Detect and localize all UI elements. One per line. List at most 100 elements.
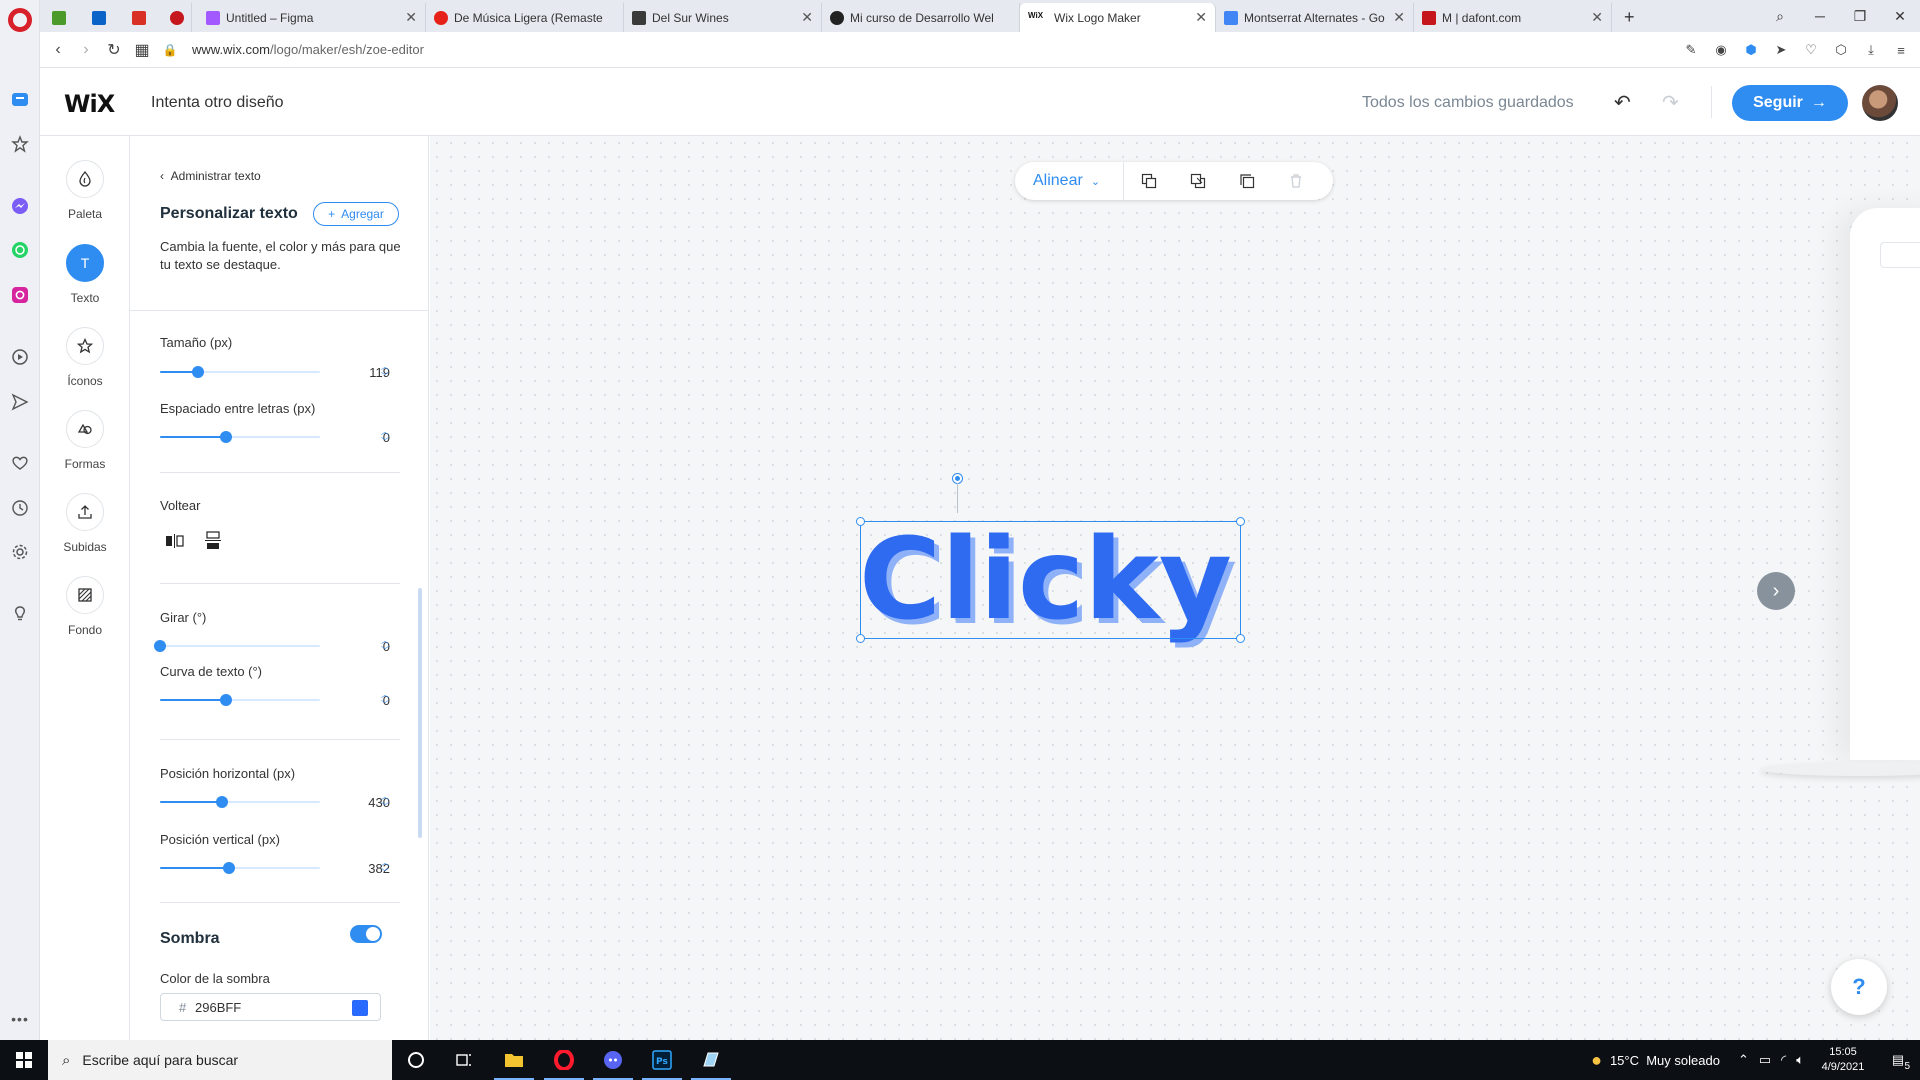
rotate-stepper-icon[interactable]: ︿ ﹀ [379,636,391,656]
browser-tab[interactable]: Mi curso de Desarrollo Wel [822,3,1020,32]
discord-icon[interactable] [589,1040,637,1080]
tab-close-icon[interactable]: ✕ [405,9,417,26]
send-page-icon[interactable]: ➤ [1772,41,1790,59]
user-avatar[interactable] [1862,85,1898,121]
browser-tab[interactable] [124,3,154,32]
back-icon[interactable]: ‹ [44,41,72,59]
browser-tab-active[interactable]: WiX Wix Logo Maker ✕ [1020,3,1216,32]
notifications-icon[interactable]: ▤ 5 [1876,1052,1920,1072]
extensions-cube-icon[interactable]: ⬡ [1832,41,1850,59]
shadow-color-field[interactable]: # 296BFF [160,993,381,1021]
duplicate-icon[interactable] [1222,173,1271,189]
reload-icon[interactable]: ↻ [100,40,128,60]
send-icon[interactable] [9,391,31,413]
lightbulb-icon[interactable] [9,603,31,625]
menu-icon[interactable]: ≡ [1892,41,1910,59]
whatsapp-icon[interactable] [9,239,31,261]
tool-uploads[interactable]: Subidas [40,493,130,554]
wix-logo[interactable]: WiX [64,90,115,118]
tool-palette[interactable]: Paleta [40,160,130,221]
size-stepper-icon[interactable]: ︿ ﹀ [379,362,391,382]
minimize-icon[interactable]: ─ [1800,8,1840,24]
chevron-up-icon[interactable]: ⌃ [1738,1052,1749,1068]
network-icon[interactable]: ▭ [1759,1052,1771,1068]
tool-text[interactable]: T Texto [40,244,130,305]
letter-spacing-slider[interactable] [160,429,320,445]
tab-close-icon[interactable]: ✕ [801,9,813,26]
continue-button[interactable]: Seguir → [1732,85,1848,121]
tool-icons[interactable]: Íconos [40,327,130,388]
weather-status[interactable]: 15°C Muy soleado [1610,1053,1720,1068]
system-clock[interactable]: 15:05 4/9/2021 [1810,1045,1876,1075]
slider-handle[interactable] [192,366,205,378]
back-to-manage-text-link[interactable]: ‹ Administrar texto [160,169,261,183]
slider-handle[interactable] [219,431,232,443]
edit-icon[interactable]: ✎ [1682,41,1700,59]
align-dropdown[interactable]: Alinear ⌄ [1033,172,1123,190]
slider-handle[interactable] [222,862,235,874]
search-tabs-icon[interactable]: ⌕ [1760,8,1800,25]
rotate-handle[interactable] [953,474,962,483]
more-options-icon[interactable]: ••• [9,1008,31,1030]
try-another-design-link[interactable]: Intenta otro diseño [151,94,284,112]
player-icon[interactable] [9,346,31,368]
tab-close-icon[interactable]: ✕ [1393,9,1405,26]
vertical-position-slider[interactable] [160,860,320,876]
windows-start-icon[interactable] [0,1040,48,1080]
url-field[interactable]: www.wix.com/logo/maker/esh/zoe-editor [192,42,424,57]
flip-horizontal-icon[interactable] [164,530,186,552]
home-star-icon[interactable] [9,133,31,155]
download-icon[interactable]: ⤓ [1862,41,1880,59]
close-window-icon[interactable]: ✕ [1880,8,1920,25]
shadow-color-hex[interactable]: 296BFF [195,1000,241,1015]
workspaces-icon[interactable] [9,88,31,110]
cortana-icon[interactable] [392,1040,440,1080]
delete-icon[interactable] [1271,173,1320,189]
speed-dial-icon[interactable]: ▦ [128,40,156,60]
shadow-toggle[interactable] [350,925,382,943]
resize-handle[interactable] [1236,634,1245,643]
slider-handle[interactable] [219,694,232,706]
messenger-icon[interactable] [9,195,31,217]
notes-app-icon[interactable] [687,1040,735,1080]
text-curve-stepper-icon[interactable]: ︿ ﹀ [379,690,391,710]
tab-close-icon[interactable]: ✕ [1195,9,1207,26]
vertical-position-stepper-icon[interactable]: ︿ ﹀ [379,858,391,878]
browser-tab[interactable]: M | dafont.com ✕ [1414,3,1612,32]
tab-close-icon[interactable]: ✕ [1591,9,1603,26]
opera-taskbar-icon[interactable] [540,1040,588,1080]
add-text-button[interactable]: + Agregar [313,202,399,226]
letter-spacing-stepper-icon[interactable]: ︿ ﹀ [379,427,391,447]
browser-tab[interactable]: Untitled – Figma ✕ [198,3,426,32]
file-explorer-icon[interactable] [490,1040,538,1080]
camera-icon[interactable]: ◉ [1712,41,1730,59]
bookmark-heart-icon[interactable]: ♡ [1802,41,1820,59]
selection-box[interactable] [856,517,1245,643]
heart-icon[interactable] [9,452,31,474]
new-tab-button[interactable]: + [1616,3,1646,32]
instagram-icon[interactable] [9,284,31,306]
restore-icon[interactable]: ❐ [1840,8,1880,25]
photoshop-icon[interactable]: Ps [638,1040,686,1080]
resize-handle[interactable] [856,517,865,526]
tool-background[interactable]: Fondo [40,576,130,637]
task-view-icon[interactable] [440,1040,488,1080]
taskbar-search[interactable]: ⌕ Escribe aquí para buscar [48,1040,392,1080]
slider-handle[interactable] [154,640,166,652]
browser-tab[interactable] [84,3,114,32]
opera-logo-icon[interactable] [8,8,32,32]
flip-vertical-icon[interactable] [202,530,224,552]
forward-icon[interactable]: › [72,41,100,59]
wifi-icon[interactable]: ◜ [1781,1052,1786,1068]
weather-sun-icon[interactable]: ● [1591,1050,1602,1071]
browser-tab[interactable]: Del Sur Wines ✕ [624,3,822,32]
history-icon[interactable] [9,497,31,519]
rotate-slider[interactable] [154,638,320,654]
browser-tab[interactable] [44,3,74,32]
design-canvas[interactable]: Alinear ⌄ Clicky › ? [430,136,1920,1040]
resize-handle[interactable] [1236,517,1245,526]
undo-icon[interactable]: ↶ [1614,90,1631,115]
resize-handle[interactable] [856,634,865,643]
bring-forward-icon[interactable] [1124,173,1173,189]
horizontal-position-slider[interactable] [160,794,320,810]
